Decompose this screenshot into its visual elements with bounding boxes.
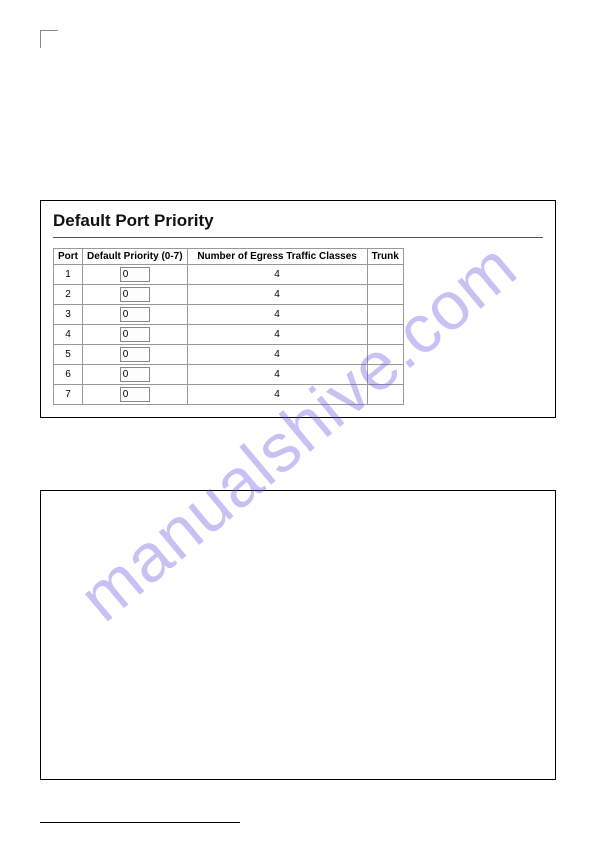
header-trunk: Trunk [367,249,403,265]
cell-egress: 4 [187,345,367,365]
cell-trunk [367,285,403,305]
priority-input[interactable] [120,307,150,322]
cell-port: 1 [54,265,83,285]
cell-trunk [367,325,403,345]
table-row: 74 [54,385,404,405]
cell-egress: 4 [187,365,367,385]
cell-priority [83,285,188,305]
cell-trunk [367,365,403,385]
footer-rule [40,822,240,823]
cell-egress: 4 [187,325,367,345]
cell-egress: 4 [187,385,367,405]
cell-trunk [367,265,403,285]
priority-input[interactable] [120,267,150,282]
figure-container: Default Port Priority Port Default Prior… [40,200,556,418]
cell-egress: 4 [187,285,367,305]
table-row: 34 [54,305,404,325]
priority-input[interactable] [120,347,150,362]
figure-title: Default Port Priority [53,211,543,231]
table-row: 54 [54,345,404,365]
priority-input[interactable] [120,387,150,402]
cell-egress: 4 [187,265,367,285]
table-header-row: Port Default Priority (0-7) Number of Eg… [54,249,404,265]
title-divider [53,237,543,238]
cell-trunk [367,345,403,365]
cell-port: 6 [54,365,83,385]
cell-port: 5 [54,345,83,365]
priority-input[interactable] [120,367,150,382]
cell-trunk [367,305,403,325]
cell-priority [83,265,188,285]
cell-trunk [367,385,403,405]
cell-priority [83,325,188,345]
cell-port: 4 [54,325,83,345]
crop-mark [40,30,58,48]
table-row: 24 [54,285,404,305]
cell-port: 7 [54,385,83,405]
header-priority: Default Priority (0-7) [83,249,188,265]
cell-priority [83,345,188,365]
cell-egress: 4 [187,305,367,325]
table-row: 44 [54,325,404,345]
cell-port: 3 [54,305,83,325]
cell-priority [83,385,188,405]
cell-priority [83,305,188,325]
cell-port: 2 [54,285,83,305]
header-egress: Number of Egress Traffic Classes [187,249,367,265]
port-priority-table: Port Default Priority (0-7) Number of Eg… [53,248,404,405]
priority-input[interactable] [120,327,150,342]
header-port: Port [54,249,83,265]
code-block-placeholder [40,490,556,780]
table-row: 64 [54,365,404,385]
table-row: 14 [54,265,404,285]
cell-priority [83,365,188,385]
priority-input[interactable] [120,287,150,302]
